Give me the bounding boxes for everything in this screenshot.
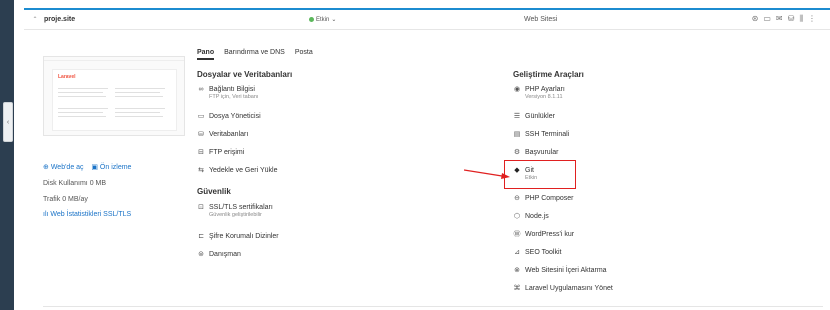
item-databases[interactable]: ⛁ Veritabanları (197, 131, 248, 139)
web-open-link[interactable]: ⊕ Web'de aç (43, 164, 84, 171)
item-protected-dirs[interactable]: ⊏ Şifre Korumalı Dizinler (197, 233, 279, 241)
item-ssh-terminal[interactable]: ▤ SSH Terminali (513, 131, 570, 139)
status-dot-icon (309, 17, 314, 22)
laravel-icon: ⌘ (513, 285, 521, 292)
item-applications[interactable]: ⚙ Başvurular (513, 149, 559, 157)
site-panel: ⌃ proje.site Etkin ⌄ Web Sitesi ⊛ ▭ ✉ ⛁ … (24, 8, 830, 310)
globe-icon: ⊕ (43, 164, 49, 171)
tab-pano[interactable]: Pano (197, 49, 215, 60)
chevron-down-icon: ⌄ (331, 17, 337, 23)
left-rail: ‹ (0, 0, 14, 310)
database-icon: ⛁ (198, 131, 204, 138)
section-title-security: Güvenlik (197, 187, 231, 196)
disk-usage: Disk Kullanımı 0 MB (43, 180, 107, 187)
mail-icon[interactable]: ✉ (776, 14, 783, 24)
folder-icon: ▭ (197, 113, 205, 120)
import-icon: ⊗ (514, 267, 520, 274)
site-preview-thumbnail[interactable]: Laravel (43, 56, 185, 136)
status-label: Etkin (316, 16, 330, 23)
site-header[interactable]: ⌃ proje.site Etkin ⌄ Web Sitesi ⊛ ▭ ✉ ⛁ … (24, 10, 830, 30)
chevron-left-icon: ‹ (6, 118, 10, 126)
item-ftp[interactable]: ⊟ FTP erişimi (197, 149, 244, 157)
php-icon: ◉ (513, 86, 521, 93)
laravel-logo: Laravel (58, 74, 76, 80)
item-ssl[interactable]: ⊡ SSL/TLS sertifikaları Güvenlik geliştir… (197, 204, 273, 218)
ftp-icon: ⊟ (198, 149, 204, 156)
database-icon[interactable]: ⛁ (788, 14, 795, 24)
item-wordpress[interactable]: Ⓦ WordPress'i kur (513, 231, 575, 239)
section-title-files: Dosyalar ve Veritabanları (197, 70, 293, 79)
status-dropdown[interactable]: Etkin ⌄ (309, 16, 336, 23)
logs-icon: ☰ (513, 113, 521, 120)
item-file-manager[interactable]: ▭ Dosya Yöneticisi (197, 113, 261, 121)
item-php-composer[interactable]: ⊖ PHP Composer (513, 195, 573, 203)
settings-sliders-icon[interactable]: ⫼ (799, 14, 803, 24)
link-icon: ∞ (198, 86, 204, 93)
item-backup[interactable]: ⇆ Yedekle ve Geri Yükle (197, 167, 277, 175)
preview-link[interactable]: ▣ Ön izleme (91, 164, 131, 171)
seo-icon: ⊿ (514, 249, 520, 256)
tab-mail[interactable]: Posta (295, 49, 313, 60)
tab-hosting-dns[interactable]: Barındırma ve DNS (224, 49, 285, 60)
item-seo-toolkit[interactable]: ⊿ SEO Toolkit (513, 249, 561, 257)
item-nodejs[interactable]: ⬡ Node.js (513, 213, 549, 221)
composer-icon: ⊖ (514, 195, 520, 202)
item-site-import[interactable]: ⊗ Web Sitesini İçeri Aktarma (513, 267, 607, 275)
header-toolbar: ⊛ ▭ ✉ ⛁ ⫼ ⋮ (752, 14, 816, 24)
applications-icon: ⚙ (513, 149, 521, 156)
preview-icon: ▣ (91, 164, 98, 171)
item-logs[interactable]: ☰ Günlükler (513, 113, 555, 121)
domain-name[interactable]: proje.site (44, 16, 294, 23)
item-advisor[interactable]: ⊜ Danışman (197, 251, 241, 259)
nodejs-icon: ⬡ (513, 213, 521, 220)
web-stats-link[interactable]: ılı Web İstatistikleri SSL/TLS (43, 211, 131, 218)
bar-chart-icon: ılı (43, 211, 49, 218)
protected-folder-icon: ⊏ (198, 233, 204, 240)
item-php-settings[interactable]: ◉ PHP Ayarları Versiyon 8.1.11 (513, 86, 565, 100)
more-menu-icon[interactable]: ⋮ (808, 14, 816, 24)
traffic: Trafik 0 MB/ay (43, 196, 88, 203)
site-type-label: Web Sitesi (524, 16, 558, 23)
item-connection-info[interactable]: ∞ Bağlantı Bilgisi FTP için, Veri tabanı (197, 86, 259, 100)
section-title-devtools: Geliştirme Araçları (513, 70, 584, 79)
advisor-icon: ⊜ (198, 251, 204, 258)
item-laravel[interactable]: ⌘ Laravel Uygulamasını Yönet (513, 285, 613, 293)
chevron-up-icon[interactable]: ⌃ (28, 16, 42, 23)
wordpress-icon: Ⓦ (513, 231, 521, 238)
tab-bar: Pano Barındırma ve DNS Posta (197, 49, 313, 60)
backup-icon: ⇆ (198, 167, 204, 174)
wordpress-icon[interactable]: ⊛ (752, 14, 759, 24)
collapse-handle[interactable]: ‹ (3, 102, 13, 142)
folder-icon[interactable]: ▭ (763, 14, 771, 24)
annotation-highlight-box (504, 160, 576, 189)
lock-icon: ⊡ (198, 204, 204, 211)
divider (43, 306, 823, 307)
terminal-icon: ▤ (513, 131, 521, 138)
